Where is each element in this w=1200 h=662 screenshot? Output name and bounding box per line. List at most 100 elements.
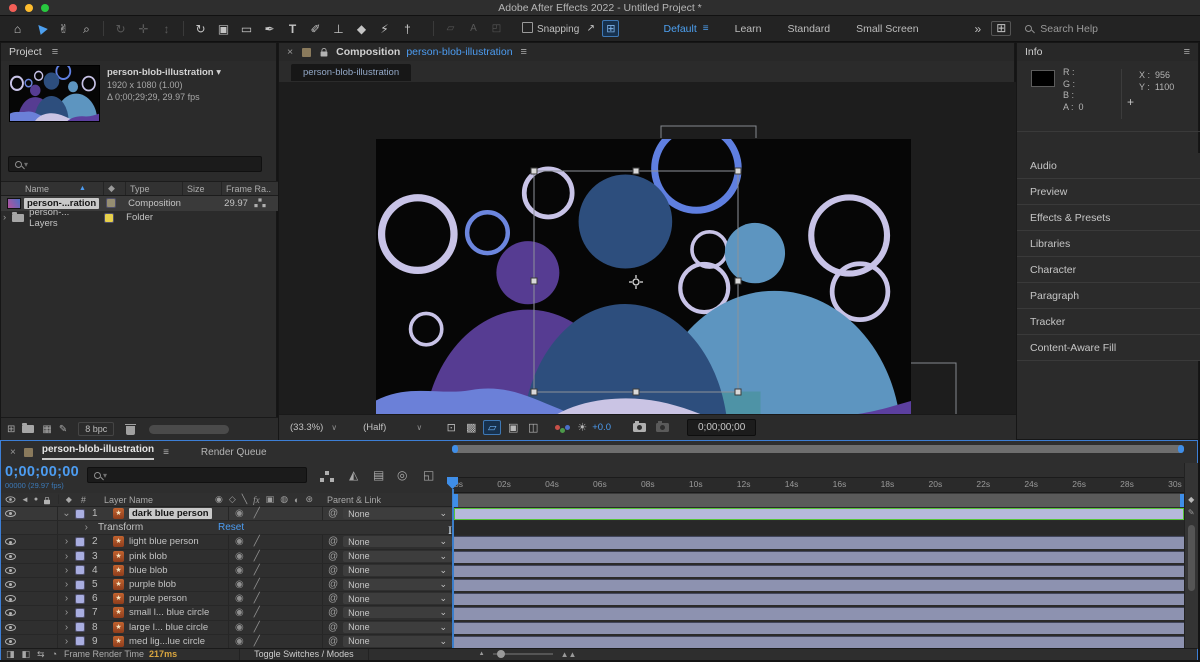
exposure-value[interactable]: +0.0 [592, 422, 611, 433]
layer-visibility-eye-icon[interactable] [5, 553, 16, 560]
label-column-icon[interactable]: ◆ [66, 495, 72, 504]
parent-dropdown[interactable]: None⌄ [343, 636, 452, 647]
composition-panel-header[interactable]: × Composition person-blob-illustration ≡ [279, 43, 1014, 61]
orbit-camera-tool[interactable]: ↻ [109, 17, 132, 41]
layer-collapse-chevron[interactable]: ⌄ [58, 507, 75, 520]
active-comp-name[interactable]: person-blob-illustration [406, 46, 512, 58]
pickwhip-icon[interactable]: @ [328, 622, 338, 633]
used-in-comp-icon[interactable] [258, 199, 261, 202]
type-tool[interactable]: T [281, 17, 304, 41]
frame-blending-icon[interactable]: ▤ [373, 468, 384, 482]
time-navigator[interactable] [452, 445, 1184, 453]
workspace-menu-icon[interactable]: ≡ [703, 23, 709, 34]
layer-row-2[interactable]: › 2 ★ light blue person ◉╱ @ None⌄ [1, 535, 1184, 549]
time-ruler[interactable]: 0s02s 04s06s 08s10s 12s14s 16s18s 20s22s… [452, 477, 1184, 493]
zoom-out-mountain-icon[interactable]: ▲ [479, 651, 485, 657]
info-panel-header[interactable]: Info ≡ [1017, 43, 1198, 61]
item-name[interactable]: person-... Layers [29, 207, 100, 229]
layer-quality-icon[interactable]: ╱ [254, 593, 260, 604]
layer-label-color[interactable] [75, 580, 85, 590]
bit-depth-button[interactable]: 8 bpc [78, 422, 114, 436]
video-column-icon[interactable] [6, 496, 16, 502]
layer-duration-bar[interactable] [454, 565, 1184, 577]
layer-shy-icon[interactable]: ◉ [235, 565, 244, 576]
layer-label-color[interactable] [75, 608, 85, 618]
parent-dropdown[interactable]: None⌄ [343, 551, 452, 562]
exposure-reset-icon[interactable]: ☀ [572, 421, 592, 434]
time-pane-icon[interactable]: ◔ [52, 649, 57, 659]
layer-label-color[interactable] [75, 636, 85, 646]
work-area-bar[interactable] [452, 493, 1186, 508]
property-chevron[interactable]: › [58, 521, 88, 534]
parent-dropdown[interactable]: None⌄ [343, 508, 452, 519]
pan-camera-tool[interactable]: ✛ [132, 17, 155, 41]
layer-label-color[interactable] [75, 565, 85, 575]
clone-stamp-tool[interactable]: ⊥ [327, 17, 350, 41]
layer-name[interactable]: purple blob [129, 578, 229, 591]
zoom-in-mountain-icon[interactable]: ▲▲ [561, 650, 577, 659]
parent-dropdown[interactable]: None⌄ [343, 622, 452, 633]
pen-tool[interactable]: ✒ [258, 17, 281, 41]
puppet-pin-tool[interactable]: † [396, 17, 419, 41]
layer-row-8[interactable]: › 8 ★ large l... blue circle ◉╱ @ None⌄ [1, 621, 1184, 635]
layer-track[interactable] [452, 621, 1184, 635]
snapshot-camera-icon[interactable] [633, 423, 646, 432]
layer-row-6[interactable]: › 6 ★ purple person ◉╱ @ None⌄ [1, 592, 1184, 606]
dropdown-icon[interactable]: ▾ [216, 67, 221, 78]
frame-blend-switch-icon[interactable]: ▣ [266, 494, 275, 505]
layer-quality-icon[interactable]: ╱ [254, 565, 260, 576]
layer-name[interactable]: pink blob [129, 550, 229, 563]
layer-visibility-eye-icon[interactable] [5, 638, 16, 645]
layer-quality-icon[interactable]: ╱ [254, 636, 260, 647]
pickwhip-icon[interactable]: @ [328, 579, 338, 590]
panel-tab-audio[interactable]: Audio [1017, 153, 1200, 179]
layer-label-color[interactable] [75, 537, 85, 547]
always-preview-icon[interactable]: ⊡ [441, 421, 461, 434]
new-composition-icon[interactable]: ▦ [42, 424, 51, 435]
render-queue-tab[interactable]: Render Queue [201, 447, 267, 458]
layer-collapse-chevron[interactable]: › [58, 592, 75, 605]
panel-tab-libraries[interactable]: Libraries [1017, 231, 1200, 257]
layer-track[interactable] [452, 592, 1184, 606]
layer-label-color[interactable] [75, 594, 85, 604]
layer-label-color[interactable] [75, 551, 85, 561]
layer-duration-bar[interactable] [454, 607, 1184, 619]
layer-name-column-label[interactable]: Layer Name [104, 495, 153, 505]
shy-switch-icon[interactable]: ◉ [215, 494, 223, 505]
layer-collapse-chevron[interactable]: › [58, 564, 75, 577]
layer-visibility-eye-icon[interactable] [5, 538, 16, 545]
layer-duration-bar[interactable] [454, 636, 1184, 648]
solo-column-icon[interactable]: ● [34, 496, 38, 503]
region-of-interest-icon[interactable]: ▱ [483, 420, 501, 435]
layer-quality-icon[interactable]: ╱ [254, 536, 260, 547]
rectangle-tool[interactable]: ▭ [235, 17, 258, 41]
close-tab-icon[interactable]: × [10, 447, 16, 458]
show-channel-icon[interactable] [555, 425, 560, 430]
layer-visibility-eye-icon[interactable] [5, 624, 16, 631]
snapping-checkbox[interactable] [522, 22, 533, 33]
audio-column-icon[interactable]: ◄ [21, 495, 29, 504]
layer-shy-icon[interactable]: ◉ [235, 622, 244, 633]
pickwhip-icon[interactable]: @ [328, 508, 338, 519]
sort-asc-icon[interactable]: ▲ [79, 185, 86, 192]
layer-visibility-eye-icon[interactable] [5, 510, 16, 517]
layer-track[interactable] [452, 507, 1184, 521]
layer-duration-bar[interactable] [454, 579, 1184, 591]
item-label-color[interactable] [104, 213, 114, 223]
column-name[interactable]: Name ▲ [1, 182, 104, 195]
layer-name[interactable]: dark blue person [129, 508, 212, 519]
fx-switch-icon[interactable]: fx [253, 495, 260, 505]
panel-tab-character[interactable]: Character [1017, 257, 1200, 283]
layer-collapse-chevron[interactable]: › [58, 635, 75, 648]
panel-tab-tracker[interactable]: Tracker [1017, 309, 1200, 335]
project-panel-header[interactable]: Project ≡ [1, 43, 276, 61]
show-snapshot-icon[interactable] [656, 423, 669, 432]
layer-row-3[interactable]: › 3 ★ pink blob ◉╱ @ None⌄ [1, 550, 1184, 564]
quality-switch-icon[interactable]: ╲ [242, 494, 247, 505]
transparency-grid-icon[interactable]: ▩ [461, 421, 481, 434]
tab-menu-icon[interactable]: ≡ [163, 447, 169, 458]
selection-tool-icon[interactable]: ▶ [29, 17, 52, 41]
eraser-tool[interactable]: ◆ [350, 17, 373, 41]
transform-property-row[interactable]: › Transform Reset [1, 521, 1184, 535]
rotation-tool[interactable]: ↻ [189, 17, 212, 41]
